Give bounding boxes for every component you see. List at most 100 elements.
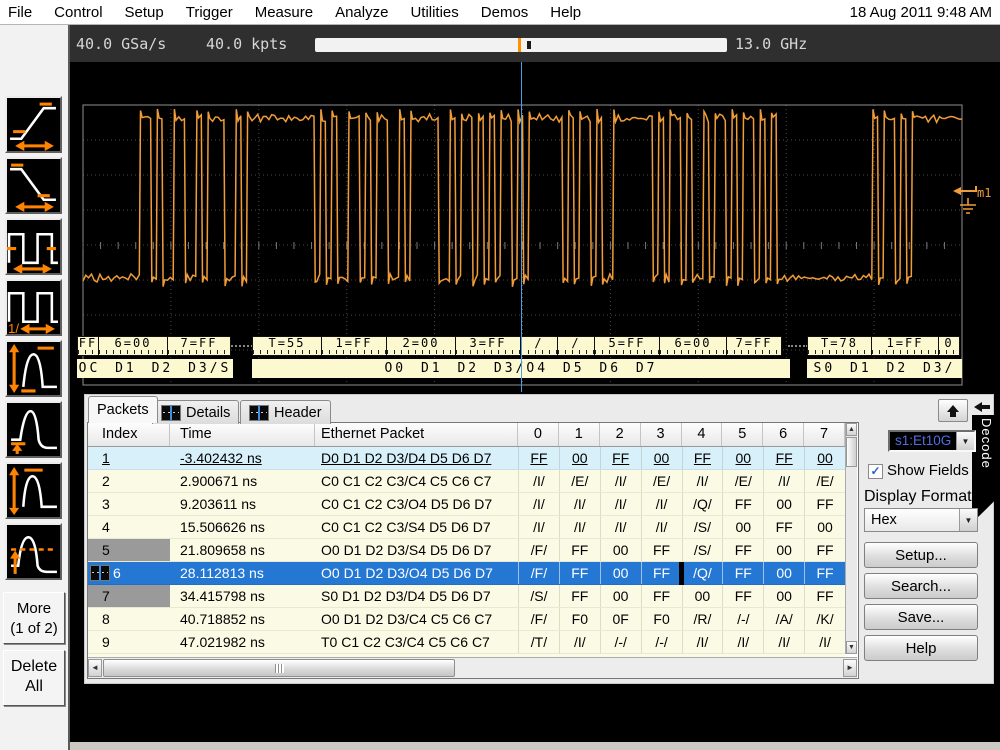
- frequency-button[interactable]: 1/: [5, 279, 62, 336]
- column-header-index[interactable]: Index: [88, 423, 170, 446]
- more-label: More: [4, 599, 64, 619]
- time-cursor-line[interactable]: [521, 62, 522, 392]
- delete-all-button[interactable]: Delete All: [3, 650, 65, 706]
- cell-byte-6: 00: [763, 493, 804, 515]
- packet-row-1[interactable]: 1-3.402432 nsD0 D1 D2 D3/D4 D5 D6 D7FF00…: [88, 447, 845, 470]
- menu-file[interactable]: File: [0, 4, 43, 21]
- cell-byte-4: 00: [682, 585, 723, 607]
- collapse-panel-up-button[interactable]: [938, 399, 968, 422]
- cell-byte-3: /E/: [641, 470, 682, 492]
- cell-byte-6: FF: [763, 516, 804, 538]
- cell-byte-2: /I/: [600, 516, 641, 538]
- cell-byte-2: /I/: [600, 470, 641, 492]
- search-button[interactable]: Search...: [864, 573, 978, 599]
- tab-details[interactable]: Details: [152, 400, 239, 424]
- display-format-dropdown[interactable]: Hex ▼: [864, 508, 978, 532]
- bus-field-value: T=78: [807, 336, 872, 356]
- column-header-4[interactable]: 4: [682, 423, 723, 446]
- bus-field-value: 6=00: [659, 336, 727, 356]
- packet-row-8[interactable]: 840.718852 nsO0 D1 D2 D3/C4 C5 C6 C7/F/F…: [88, 608, 845, 631]
- packet-row-3[interactable]: 39.203611 nsC0 C1 C2 C3/O4 D5 D6 D7/I//I…: [88, 493, 845, 516]
- v-average-icon: [7, 525, 60, 578]
- cell-byte-3: FF: [641, 585, 682, 607]
- column-header-ethernet-packet[interactable]: Ethernet Packet: [315, 423, 518, 446]
- v-max-button[interactable]: [5, 340, 62, 397]
- menu-demos[interactable]: Demos: [470, 4, 540, 21]
- cell-byte-4: /S/: [682, 516, 723, 538]
- column-header-6[interactable]: 6: [763, 423, 804, 446]
- save-button[interactable]: Save...: [864, 604, 978, 630]
- help-button[interactable]: Help: [864, 635, 978, 661]
- dropdown-arrow-icon[interactable]: ▼: [956, 432, 974, 450]
- table-horizontal-scrollbar[interactable]: ◄ ►: [88, 657, 857, 678]
- channel1-waveform: [83, 109, 962, 287]
- cell-byte-5: FF: [722, 493, 763, 515]
- bus-lane-label: OC D1 D2 D3/S: [77, 359, 233, 378]
- cell-time: 21.809658 ns: [170, 539, 315, 561]
- tab-details-label: Details: [186, 405, 230, 421]
- setup-button[interactable]: Setup...: [864, 542, 978, 568]
- bus-field-value: 7=FF: [726, 336, 782, 356]
- packet-row-7[interactable]: 734.415798 nsS0 D1 D2 D3/D4 D5 D6 D7/S/F…: [88, 585, 845, 608]
- delete-all-label-1: Delete: [4, 657, 64, 677]
- dropdown-arrow-icon[interactable]: ▼: [959, 509, 977, 531]
- horizontal-position-bar[interactable]: [315, 38, 727, 52]
- cell-index: 6: [88, 562, 170, 584]
- tab-packets[interactable]: Packets: [88, 396, 158, 423]
- column-header-0[interactable]: 0: [518, 423, 559, 446]
- scroll-up-button[interactable]: ▲: [846, 423, 857, 436]
- v-top-button[interactable]: [5, 462, 62, 519]
- menu-setup[interactable]: Setup: [114, 4, 175, 21]
- v-min-button[interactable]: [5, 401, 62, 458]
- menu-help[interactable]: Help: [539, 4, 592, 21]
- menu-trigger[interactable]: Trigger: [175, 4, 244, 21]
- fall-time-button[interactable]: [5, 157, 62, 214]
- cell-time: -3.402432 ns: [170, 447, 315, 469]
- rise-time-button[interactable]: [5, 96, 62, 153]
- fall-time-icon: [7, 159, 60, 212]
- scroll-left-button[interactable]: ◄: [88, 659, 102, 677]
- bus-field-value: /: [520, 336, 558, 356]
- packet-row-4[interactable]: 415.506626 nsC0 C1 C2 C3/S4 D5 D6 D7/I//…: [88, 516, 845, 539]
- column-header-3[interactable]: 3: [641, 423, 682, 446]
- menu-control[interactable]: Control: [43, 4, 113, 21]
- menu-utilities[interactable]: Utilities: [399, 4, 469, 21]
- cell-byte-4: /R/: [682, 608, 723, 630]
- cell-index: 2: [88, 470, 170, 492]
- rise-time-icon: [7, 98, 60, 151]
- period-button[interactable]: [5, 218, 62, 275]
- v-average-button[interactable]: [5, 523, 62, 580]
- packet-table-header: IndexTimeEthernet Packet01234567: [88, 423, 845, 447]
- packet-row-2[interactable]: 22.900671 nsC0 C1 C2 C3/C4 C5 C6 C7/I//E…: [88, 470, 845, 493]
- menu-analyze[interactable]: Analyze: [324, 4, 399, 21]
- tab-header[interactable]: Header: [240, 400, 331, 424]
- sample-rate-readout: 40.0 GSa/s: [76, 35, 166, 53]
- delete-all-label-2: All: [4, 677, 64, 697]
- scroll-right-button[interactable]: ►: [843, 659, 857, 677]
- scroll-down-button[interactable]: ▼: [846, 641, 857, 654]
- m1-marker[interactable]: m1: [953, 186, 991, 213]
- column-header-1[interactable]: 1: [559, 423, 600, 446]
- show-fields-checkbox[interactable]: ✓: [868, 464, 883, 479]
- cell-byte-1: FF: [559, 585, 600, 607]
- column-header-time[interactable]: Time: [170, 423, 315, 446]
- memory-depth-readout: 40.0 kpts: [206, 35, 287, 53]
- packet-row-9[interactable]: 947.021982 nsT0 C1 C2 C3/C4 C5 C6 C7/T//…: [88, 631, 845, 654]
- packet-row-6[interactable]: 628.112813 nsO0 D1 D2 D3/O4 D5 D6 D7/F/F…: [88, 562, 845, 585]
- packet-row-5[interactable]: 521.809658 nsO0 D1 D2 D3/S4 D5 D6 D7/F/F…: [88, 539, 845, 562]
- horizontal-scroll-thumb[interactable]: [103, 659, 455, 677]
- svg-text:m1: m1: [977, 186, 991, 200]
- display-format-label: Display Format: [864, 488, 972, 506]
- table-vertical-scrollbar[interactable]: ▲ ▼: [845, 423, 857, 654]
- more-measurements-button[interactable]: More (1 of 2): [3, 592, 65, 644]
- scroll-grip: [275, 664, 284, 673]
- position-handle[interactable]: [527, 41, 531, 49]
- cursor-tab-icon: [161, 405, 181, 421]
- column-header-5[interactable]: 5: [722, 423, 763, 446]
- menu-measure[interactable]: Measure: [244, 4, 324, 21]
- column-header-2[interactable]: 2: [600, 423, 641, 446]
- decode-source-dropdown[interactable]: s1:Et10G ▼: [888, 430, 976, 452]
- tab-header-label: Header: [274, 405, 322, 421]
- column-header-7[interactable]: 7: [804, 423, 845, 446]
- vertical-scroll-thumb[interactable]: [846, 437, 857, 467]
